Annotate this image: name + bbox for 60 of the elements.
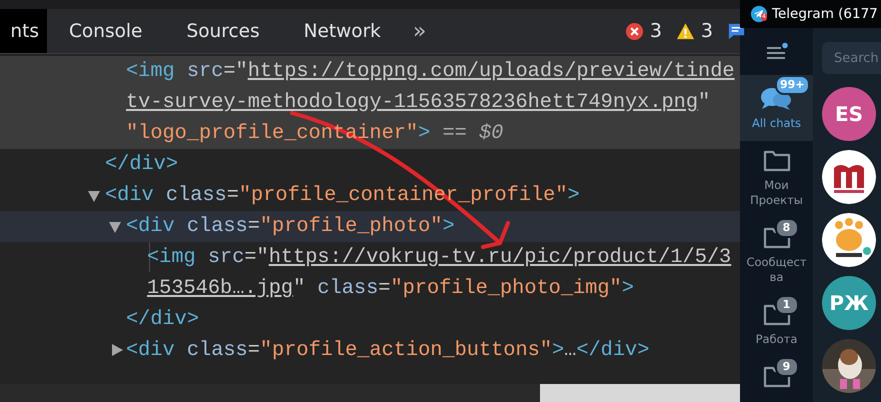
attribute-text: src xyxy=(186,60,224,83)
window-title: Telegram (6177 xyxy=(772,6,878,22)
panel-tab[interactable]: Network xyxy=(282,9,403,53)
expanded-triangle-icon[interactable] xyxy=(109,222,121,233)
chat-avatar[interactable]: ES xyxy=(822,87,876,141)
panel-tab[interactable]: Console xyxy=(47,9,164,53)
code-text: … xyxy=(564,339,576,362)
search-field[interactable]: Search xyxy=(822,42,881,74)
panel-tab[interactable]: nts xyxy=(0,9,47,53)
tag-text: > xyxy=(622,277,634,300)
string-text: "profile_photo_img" xyxy=(390,277,622,300)
attribute-text: src xyxy=(206,246,244,269)
more-tabs-button[interactable]: » xyxy=(402,9,436,53)
string-text: "profile_action_buttons" xyxy=(260,339,552,362)
tag-text: <div xyxy=(126,215,175,238)
tag-text: > xyxy=(552,339,564,362)
code-text: =" xyxy=(244,246,269,269)
panel-tab[interactable]: Sources xyxy=(164,9,282,53)
tag-text: <div xyxy=(105,184,154,207)
code-text: = xyxy=(378,277,390,300)
url-link[interactable]: https://toppng.com/uploads/preview/tinde xyxy=(248,60,735,83)
counter-text: 3 xyxy=(650,20,662,42)
attribute-text: class xyxy=(186,215,248,238)
tag-text: </div> xyxy=(105,153,178,176)
url-link[interactable]: tv-survey-methodology-11563578236hett749nyx.png xyxy=(126,91,698,114)
code-text: " xyxy=(293,277,306,300)
code-text: = xyxy=(226,184,239,207)
tag-text: <div xyxy=(126,339,175,362)
url-link[interactable]: https://vokrug-tv.ru/pic/product/1/5/3 xyxy=(268,246,732,269)
tag-text: </div> xyxy=(126,308,200,331)
string-text: "profile_photo" xyxy=(260,215,442,238)
collapsed-triangle-icon[interactable] xyxy=(112,344,123,356)
warning-icon xyxy=(676,22,695,40)
folder-icon xyxy=(762,149,790,173)
tag-text: > xyxy=(442,215,455,238)
count-badge: 9 xyxy=(774,357,798,377)
code-text: = xyxy=(248,215,260,238)
tag-text: <img xyxy=(126,60,175,83)
folder-tab[interactable]: 1 Работа xyxy=(740,295,813,357)
count-badge: 1 xyxy=(774,295,798,315)
tag-text: <img xyxy=(147,246,196,269)
tag-text: > xyxy=(418,122,430,145)
attribute-text: class xyxy=(316,277,378,300)
folder-tab[interactable]: Мои Проекты xyxy=(740,141,813,218)
tag-text: > xyxy=(568,184,580,207)
folder-tab[interactable]: 99+ All chats xyxy=(740,75,813,141)
selected-marker: == $0 xyxy=(441,122,504,145)
attribute-text: class xyxy=(164,184,227,207)
tag-text: </div> xyxy=(576,339,650,362)
counter-text: 3 xyxy=(700,20,713,42)
error-icon xyxy=(624,22,644,40)
folder-tab[interactable]: 9 xyxy=(740,357,813,402)
code-text: " xyxy=(698,91,710,114)
count-badge: 8 xyxy=(774,218,798,238)
url-link[interactable]: 153546b….jpg xyxy=(147,277,294,300)
attribute-text: class xyxy=(186,339,248,362)
count-badge: 99+ xyxy=(774,75,810,95)
folder-tab[interactable]: 8 Сообщества xyxy=(740,218,813,295)
code-text: =" xyxy=(223,60,248,83)
code-text: = xyxy=(248,339,260,362)
